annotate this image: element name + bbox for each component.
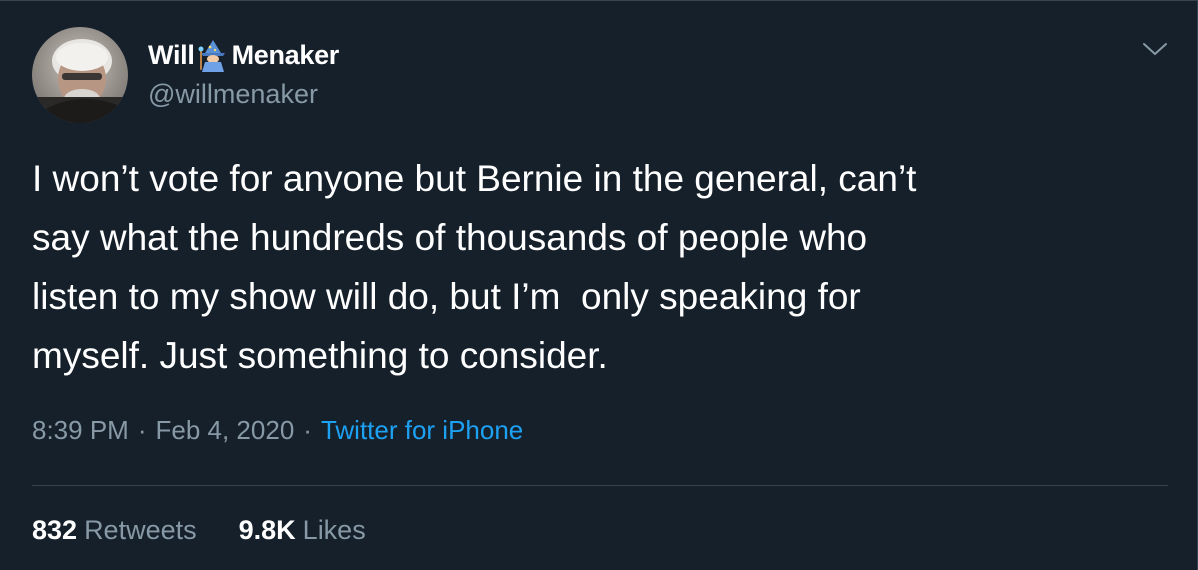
tweet-card: Will Menaker @willmenaker I won’t vote f… <box>0 0 1198 570</box>
meta-separator: · <box>137 415 147 445</box>
likes-label: Likes <box>302 515 366 545</box>
profile-photo <box>32 27 128 123</box>
likes-count: 9.8K <box>238 515 296 545</box>
retweets-count: 832 <box>32 515 78 545</box>
chevron-down-icon <box>1143 43 1167 55</box>
wizard-emoji-icon <box>198 40 225 72</box>
tweet-stats: 832 Retweets 9.8K Likes <box>32 515 366 546</box>
avatar[interactable] <box>32 27 128 123</box>
tweet-source-link[interactable]: Twitter for iPhone <box>321 415 523 446</box>
retweets-stat[interactable]: 832 Retweets <box>32 515 197 546</box>
tweet-text: I won’t vote for anyone but Bernie in th… <box>32 158 917 376</box>
author-handle[interactable]: @willmenaker <box>148 79 318 110</box>
tweet-date[interactable]: Feb 4, 2020 <box>156 415 295 446</box>
author-name[interactable]: Will Menaker <box>148 37 339 73</box>
more-options-button[interactable] <box>1138 35 1172 63</box>
tweet-time[interactable]: 8:39 PM <box>32 415 129 446</box>
author-first-name: Will <box>148 39 195 70</box>
likes-stat[interactable]: 9.8K Likes <box>239 515 366 546</box>
divider <box>32 485 1168 486</box>
author-last-name: Menaker <box>231 39 340 70</box>
meta-separator: · <box>303 415 312 445</box>
tweet-meta: 8:39 PM · Feb 4, 2020 · Twitter for iPho… <box>32 415 523 446</box>
retweets-label: Retweets <box>84 515 197 545</box>
